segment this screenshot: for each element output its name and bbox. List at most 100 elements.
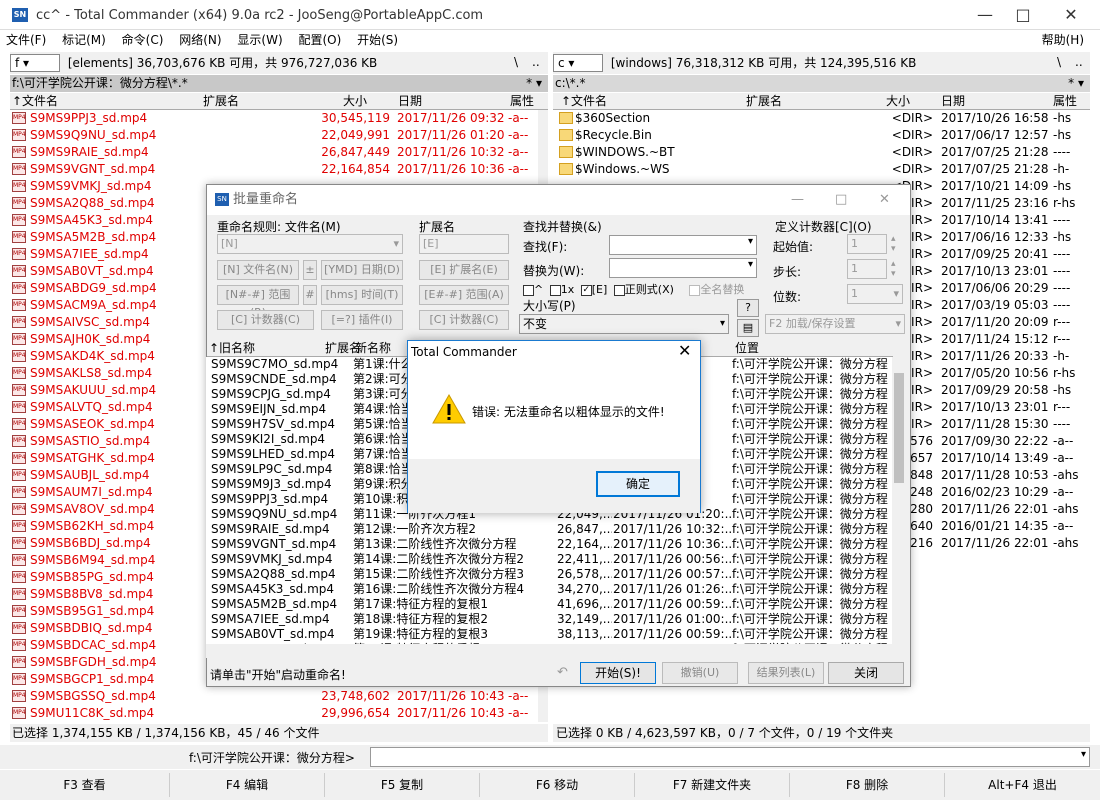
right-file-row[interactable]: $Recycle.Bin <DIR> 2017/06/17 12:57 -hs	[553, 127, 1090, 144]
once-checkbox[interactable]	[549, 284, 561, 296]
close-window-button[interactable]: ✕	[1048, 0, 1094, 30]
btn-plusminus[interactable]: ±	[303, 260, 317, 280]
btn-insert-time[interactable]: [hms] 时间(T)	[321, 285, 403, 305]
left-file-row[interactable]: MP4 S9MS9Q9NU_sd.mp4 22,049,991 2017/11/26 …	[10, 127, 538, 144]
right-drive-select[interactable]: c ▾	[553, 54, 603, 72]
rename-row[interactable]: S9MS9VMKJ_sd.mp4 第14课:二阶线性齐次微分方程2 22,411,.…	[206, 552, 892, 567]
rename-scroll-thumb[interactable]	[894, 373, 904, 483]
start-rename-button[interactable]: 开始(S)!	[580, 662, 656, 684]
rename-minimize-button[interactable]: —	[791, 185, 804, 215]
start-input[interactable]: 1	[847, 234, 887, 254]
left-file-row[interactable]: MP4 S9MS9VGNT_sd.mp4 22,164,854 2017/11/26 …	[10, 161, 538, 178]
right-root-button[interactable]: \	[1057, 55, 1061, 69]
f3-view-button[interactable]: F3 查看	[0, 773, 170, 797]
f5-copy-button[interactable]: F5 复制	[325, 773, 480, 797]
digits-select[interactable]: 1 ▾	[847, 284, 903, 304]
right-up-button[interactable]: ..	[1075, 55, 1083, 69]
step-spinner[interactable]: ▴ ▾	[891, 259, 896, 279]
menu-help[interactable]: 帮助(H)	[1036, 30, 1090, 50]
rename-row[interactable]: S9MS9RAIE_sd.mp4 第12课:一阶齐次方程2 26,847,... 20…	[206, 522, 892, 537]
f8-delete-button[interactable]: F8 删除	[790, 773, 945, 797]
btn-insert-counter[interactable]: [C] 计数器(C)	[217, 310, 314, 330]
close-dialog-button[interactable]: 关闭	[828, 662, 904, 684]
left-col-size[interactable]: 大小	[343, 93, 367, 110]
col-old-name[interactable]: ↑旧名称	[209, 340, 255, 357]
rename-list-scrollbar[interactable]	[892, 357, 906, 657]
editor-button[interactable]: ▤	[737, 319, 759, 337]
menu-start[interactable]: 开始(S)	[351, 30, 404, 50]
ext-input[interactable]: [E]	[419, 234, 509, 254]
right-col-attr[interactable]: 属性	[1053, 93, 1077, 110]
btn-insert-ext[interactable]: [E] 扩展名(E)	[419, 260, 509, 280]
f4-edit-button[interactable]: F4 编辑	[170, 773, 325, 797]
command-line-input[interactable]: ▾	[370, 747, 1090, 767]
f6-move-button[interactable]: F6 移动	[480, 773, 635, 797]
f2-settings-select[interactable]: F2 加载/保存设置 ▾	[765, 314, 905, 334]
btn-insert-plugin[interactable]: [=?] 插件(I)	[321, 310, 403, 330]
case-select[interactable]: 不变 ▾	[519, 314, 729, 334]
fullname-checkbox[interactable]	[689, 284, 701, 296]
right-col-date[interactable]: 日期	[941, 93, 965, 110]
replace-input[interactable]: ▾	[609, 258, 757, 278]
ext-checkbox[interactable]: ✓	[580, 284, 592, 296]
btn-insert-range[interactable]: [N#-#] 范围(R)	[217, 285, 299, 319]
message-close-button[interactable]: ✕	[678, 341, 691, 360]
left-file-row[interactable]: MP4 S9MSBGSSQ_sd.mp4 23,748,602 2017/11/26 …	[10, 688, 538, 705]
rename-close-button[interactable]: ✕	[879, 185, 890, 215]
rename-row[interactable]: S9MSA5M2B_sd.mp4 第17课:特征方程的复根1 41,696,... 2…	[206, 597, 892, 612]
btn-insert-date[interactable]: [YMD] 日期(D)	[321, 260, 403, 280]
left-drive-select[interactable]: f ▾	[10, 54, 60, 72]
left-file-row[interactable]: MP4 S9MU11C8K_sd.mp4 29,996,654 2017/11/26 …	[10, 705, 538, 722]
altf4-exit-button[interactable]: Alt+F4 退出	[945, 773, 1100, 797]
menu-commands[interactable]: 命令(C)	[116, 30, 170, 50]
cmd-dropdown-icon[interactable]: ▾	[1081, 749, 1086, 760]
menu-mark[interactable]: 标记(M)	[56, 30, 112, 50]
step-input[interactable]: 1	[847, 259, 887, 279]
right-col-size[interactable]: 大小	[886, 93, 910, 110]
left-root-button[interactable]: \	[514, 55, 518, 69]
left-up-button[interactable]: ..	[532, 55, 540, 69]
right-file-row[interactable]: $Windows.~WS <DIR> 2017/07/25 21:28 -h-	[553, 161, 1090, 178]
btn-hash[interactable]: #	[303, 285, 317, 305]
rename-row[interactable]: S9MSA45K3_sd.mp4 第16课:二阶线性齐次微分方程4 34,270,.…	[206, 582, 892, 597]
left-path-bar[interactable]: f:\可汗学院公开课：微分方程\*.* * ▾	[10, 75, 548, 92]
find-input[interactable]: ▾	[609, 235, 757, 255]
rename-maximize-button[interactable]: □	[835, 185, 847, 215]
mask-input[interactable]: [N] ▾	[217, 234, 403, 254]
results-list-button[interactable]: 结果列表(L)	[748, 662, 824, 684]
right-file-row[interactable]: $WINDOWS.~BT <DIR> 2017/07/25 21:28 ----	[553, 144, 1090, 161]
rename-row[interactable]: S9MSA2Q88_sd.mp4 第15课:二阶线性齐次微分方程3 26,578,.…	[206, 567, 892, 582]
rename-row[interactable]: S9MSA7IEE_sd.mp4 第18课:特征方程的复根2 32,149,... 2…	[206, 612, 892, 627]
right-col-name[interactable]: ↑文件名	[561, 93, 607, 110]
rename-row[interactable]: S9MS9VGNT_sd.mp4 第13课:二阶线性齐次微分方程 22,164,..…	[206, 537, 892, 552]
left-col-ext[interactable]: 扩展名	[203, 93, 239, 110]
menu-net[interactable]: 网络(N)	[173, 30, 227, 50]
left-file-row[interactable]: MP4 S9MS9RAIE_sd.mp4 26,847,449 2017/11/26 …	[10, 144, 538, 161]
left-col-name[interactable]: ↑文件名	[12, 93, 58, 110]
left-file-row[interactable]: MP4 S9MS9PPJ3_sd.mp4 30,545,119 2017/11/26 …	[10, 110, 538, 127]
maximize-button[interactable]: □	[1000, 0, 1046, 30]
left-history-button[interactable]: * ▾	[526, 75, 542, 92]
menu-show[interactable]: 显示(W)	[231, 30, 288, 50]
right-col-ext[interactable]: 扩展名	[746, 93, 782, 110]
menu-config[interactable]: 配置(O)	[292, 30, 347, 50]
rename-row[interactable]: S9MSAB0VT_sd.mp4 第19课:特征方程的复根3 38,113,... 2…	[206, 627, 892, 642]
left-col-attr[interactable]: 属性	[510, 93, 534, 110]
btn-insert-ext-range[interactable]: [E#-#] 范围(A)	[419, 285, 509, 305]
col-new-name[interactable]: 新名称	[355, 340, 391, 357]
left-col-date[interactable]: 日期	[398, 93, 422, 110]
case-checkbox[interactable]	[523, 284, 534, 296]
right-history-button[interactable]: * ▾	[1068, 75, 1084, 92]
col-location[interactable]: 位置	[735, 340, 759, 357]
f7-newfolder-button[interactable]: F7 新建文件夹	[635, 773, 790, 797]
right-file-row[interactable]: $360Section <DIR> 2017/10/26 16:58 -hs	[553, 110, 1090, 127]
ok-button[interactable]: 确定	[596, 471, 680, 497]
btn-insert-name[interactable]: [N] 文件名(N)	[217, 260, 299, 280]
btn-insert-ext-counter[interactable]: [C] 计数器(C)	[419, 310, 509, 330]
start-spinner[interactable]: ▴ ▾	[891, 234, 896, 254]
help-button[interactable]: ?	[737, 299, 759, 317]
rename-hscrollbar[interactable]	[206, 644, 892, 658]
undo-button[interactable]: 撤销(U)	[662, 662, 738, 684]
menu-file[interactable]: 文件(F)	[0, 30, 52, 50]
right-path-bar[interactable]: c:\*.* * ▾	[553, 75, 1090, 92]
